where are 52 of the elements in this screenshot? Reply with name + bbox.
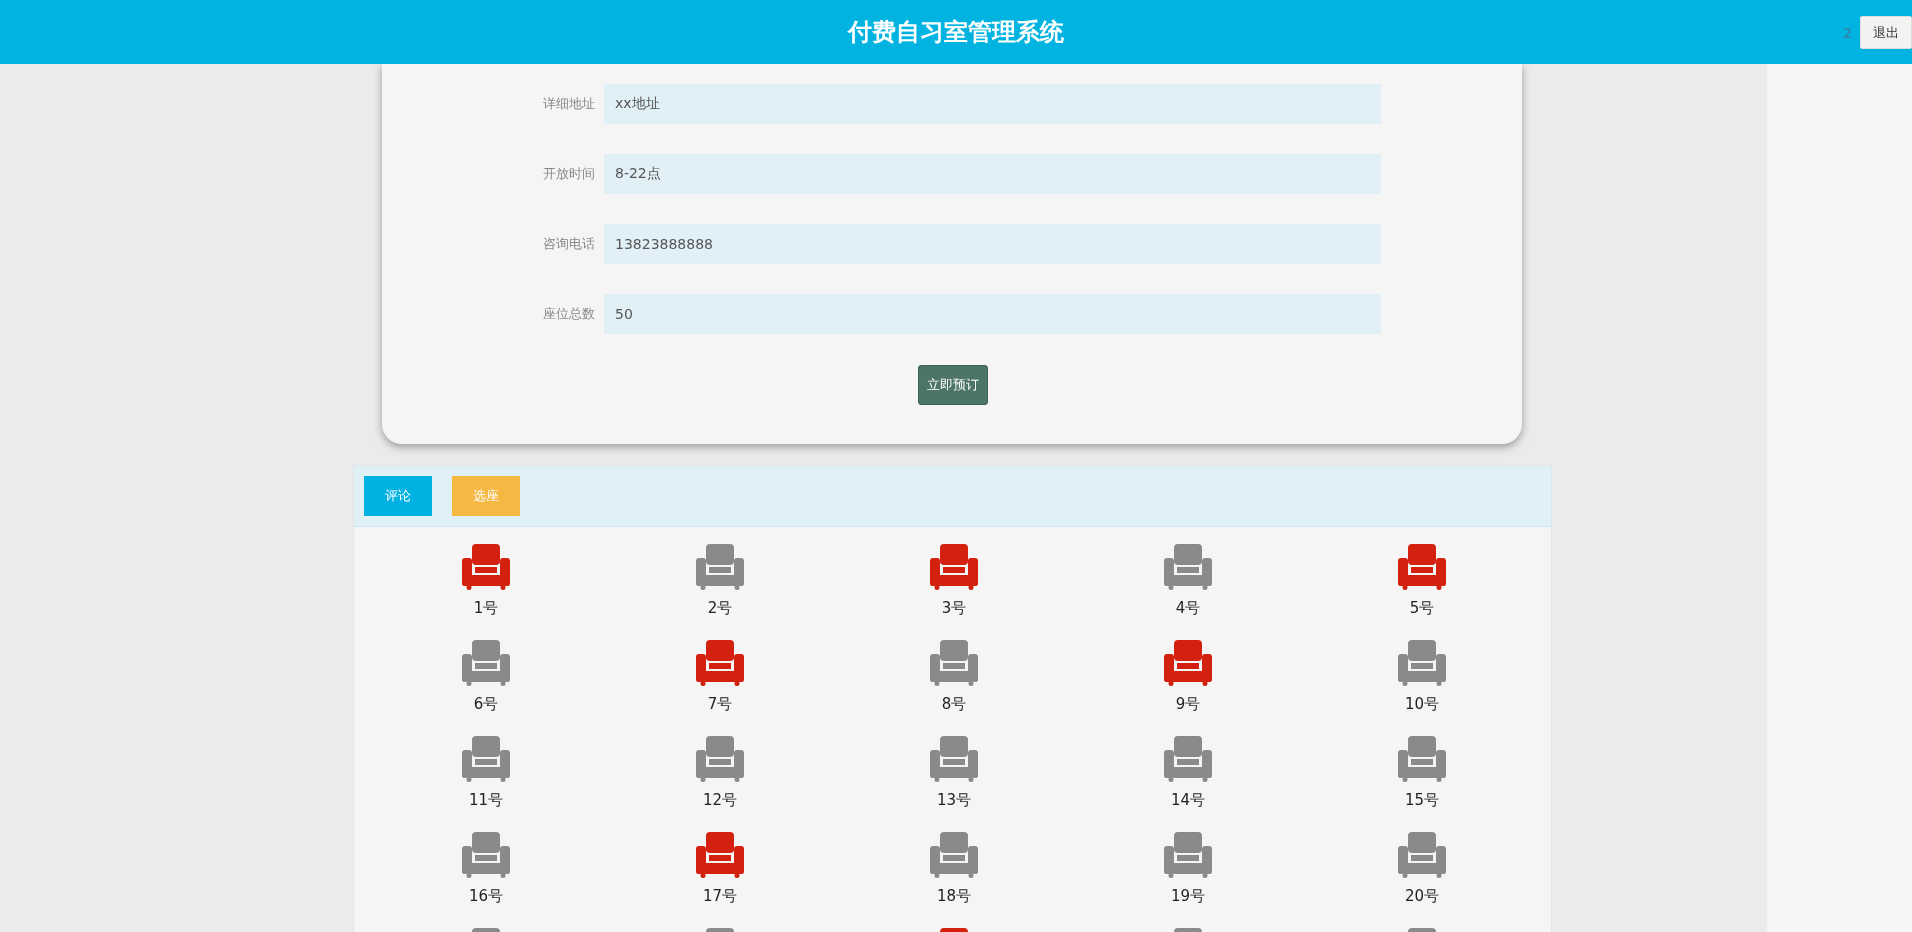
input-field[interactable]: 8-22点 (604, 154, 1381, 194)
seat-label: 12号 (702, 791, 738, 810)
armchair-icon[interactable] (696, 736, 744, 782)
seat-label: 17号 (702, 887, 738, 906)
armchair-icon[interactable] (1164, 832, 1212, 878)
input-field[interactable]: 13823888888 (604, 224, 1381, 264)
armchair-icon[interactable] (696, 544, 744, 590)
seat-label: 10号 (1404, 695, 1440, 714)
armchair-icon[interactable] (462, 736, 510, 782)
seat-label: 7号 (707, 695, 733, 714)
seat-label: 20号 (1404, 887, 1440, 906)
input-field[interactable]: xx地址 (604, 84, 1381, 124)
seat-label: 11号 (468, 791, 504, 810)
seat-label: 16号 (468, 887, 504, 906)
armchair-icon[interactable] (1164, 736, 1212, 782)
armchair-icon[interactable] (462, 544, 510, 590)
seat-label: 14号 (1170, 791, 1206, 810)
seat-label: 15号 (1404, 791, 1440, 810)
field-label: 咨询电话 (542, 235, 596, 253)
seat-label: 3号 (941, 599, 967, 618)
seat-label: 9号 (1175, 695, 1201, 714)
seat-label: 4号 (1175, 599, 1201, 618)
armchair-icon[interactable] (462, 640, 510, 686)
field-label: 开放时间 (542, 165, 596, 183)
armchair-icon[interactable] (1398, 832, 1446, 878)
armchair-icon[interactable] (1398, 640, 1446, 686)
seat-label: 2号 (707, 599, 733, 618)
seat-label: 19号 (1170, 887, 1206, 906)
field-label: 座位总数 (542, 305, 596, 323)
armchair-icon[interactable] (696, 832, 744, 878)
armchair-icon[interactable] (1164, 640, 1212, 686)
seat-label: 5号 (1409, 599, 1435, 618)
seat-label: 6号 (473, 695, 499, 714)
armchair-icon[interactable] (930, 640, 978, 686)
input-field[interactable]: 50 (604, 294, 1381, 334)
book-button[interactable]: 立即预订 (918, 365, 988, 405)
armchair-icon[interactable] (462, 832, 510, 878)
armchair-icon[interactable] (930, 832, 978, 878)
seat-label: 1号 (473, 599, 499, 618)
armchair-icon[interactable] (930, 544, 978, 590)
armchair-icon[interactable] (1398, 736, 1446, 782)
armchair-icon[interactable] (930, 736, 978, 782)
field-label: 详细地址 (542, 95, 596, 113)
seat-label: 8号 (941, 695, 967, 714)
armchair-icon[interactable] (696, 640, 744, 686)
user-name: 2 (1843, 24, 1852, 41)
armchair-icon[interactable] (1398, 544, 1446, 590)
armchair-icon[interactable] (1164, 544, 1212, 590)
seat-label: 18号 (936, 887, 972, 906)
logout-button[interactable]: 退出 (1860, 16, 1912, 49)
seat-label: 13号 (936, 791, 972, 810)
site-title: 付费自习室管理系统 (848, 17, 1064, 48)
